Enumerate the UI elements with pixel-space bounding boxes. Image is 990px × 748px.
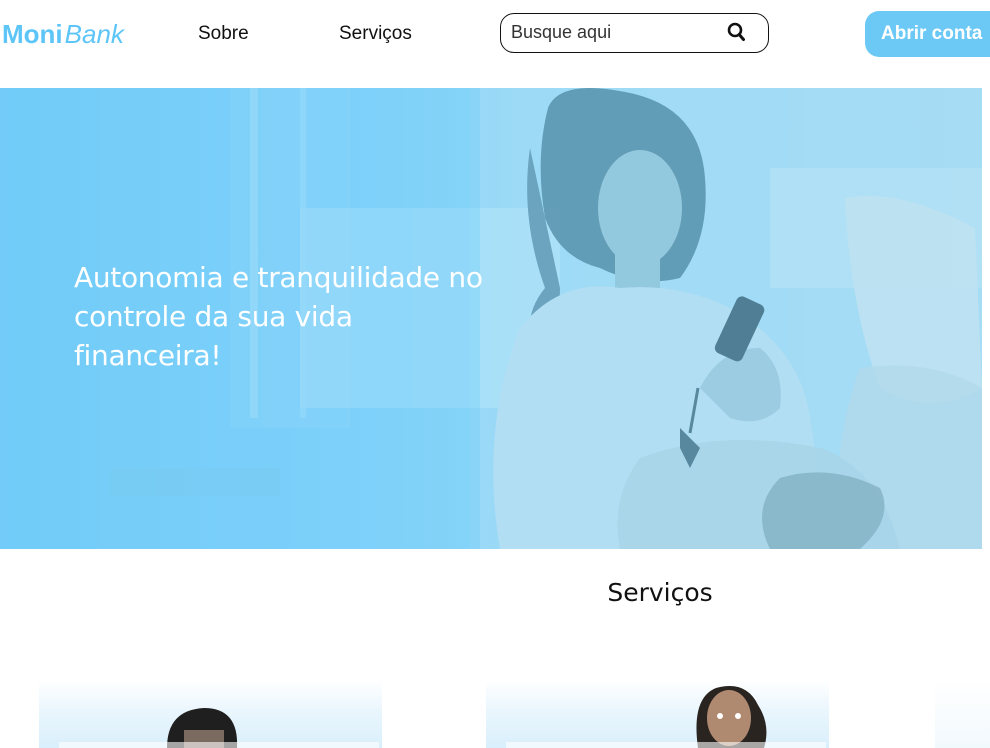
- hero-headline: Autonomia e tranquilidade no controle da…: [74, 261, 483, 372]
- search-bar: [500, 13, 769, 53]
- service-card-photo: [59, 708, 379, 748]
- search-icon: [727, 22, 745, 41]
- brand-logo[interactable]: MoniBank: [2, 18, 124, 50]
- brand-name-light: Bank: [64, 19, 124, 49]
- service-card[interactable]: [39, 680, 382, 748]
- site-header: MoniBank Sobre Serviços Abrir conta: [0, 0, 990, 88]
- service-card[interactable]: [935, 680, 990, 748]
- hero-banner: Autonomia e tranquilidade no controle da…: [0, 88, 982, 549]
- open-account-button[interactable]: Abrir conta: [865, 11, 990, 57]
- nav-link-servicos[interactable]: Serviços: [339, 22, 412, 46]
- nav-link-sobre[interactable]: Sobre: [198, 22, 249, 46]
- search-input[interactable]: [511, 19, 711, 45]
- search-button[interactable]: [725, 21, 749, 45]
- service-card-photo: [506, 686, 826, 748]
- service-card[interactable]: [486, 680, 829, 748]
- services-heading: Serviços: [607, 578, 713, 607]
- brand-name-strong: Moni: [2, 19, 63, 49]
